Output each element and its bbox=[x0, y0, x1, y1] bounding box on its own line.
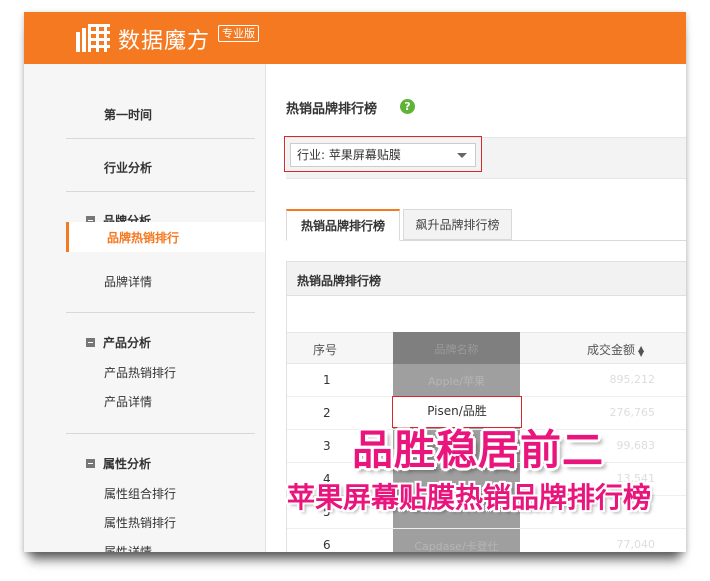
sidebar: 第一时间 行业分析 品牌分析 品牌热销排行 品牌详情 产品分析 产品热销排行 产… bbox=[24, 64, 266, 552]
sidebar-item-industry[interactable]: 行业分析 bbox=[104, 159, 152, 176]
panel-title: 热销品牌排行榜 bbox=[297, 274, 382, 288]
sidebar-divider bbox=[66, 433, 255, 434]
sidebar-item-product-detail[interactable]: 产品详情 bbox=[104, 393, 152, 410]
column-header-rank: 序号 bbox=[313, 343, 338, 357]
row-rank: 6 bbox=[323, 538, 331, 552]
row-brand: Capdase/卡登仕 bbox=[414, 540, 499, 552]
sidebar-group-attribute[interactable]: 属性分析 bbox=[86, 455, 151, 472]
sidebar-item-attr-combo[interactable]: 属性组合排行 bbox=[104, 485, 176, 502]
overlay-subline: 苹果屏幕贴膜热销品牌排行榜 bbox=[287, 481, 652, 514]
sidebar-divider bbox=[66, 138, 255, 139]
row-amount: 276,765 bbox=[609, 406, 656, 419]
panel-header: 热销品牌排行榜 bbox=[287, 262, 686, 296]
row-rank: 3 bbox=[323, 439, 331, 453]
blurred-brand-header: 品牌名称 bbox=[393, 332, 520, 364]
sidebar-divider bbox=[66, 191, 255, 192]
logo-cube-icon bbox=[76, 24, 110, 52]
sidebar-group-product[interactable]: 产品分析 bbox=[86, 334, 151, 351]
collapse-icon[interactable] bbox=[86, 338, 95, 347]
sidebar-item-product-hot[interactable]: 产品热销排行 bbox=[104, 364, 176, 381]
sidebar-item-attr-hot[interactable]: 属性热销排行 bbox=[104, 514, 176, 531]
row-amount: 895,212 bbox=[609, 373, 656, 386]
sidebar-group-label: 属性分析 bbox=[103, 457, 152, 471]
row-rank: 1 bbox=[323, 373, 331, 387]
top-header-bar: 数据魔方 专业版 bbox=[24, 12, 686, 64]
column-header-brand: 品牌名称 bbox=[434, 343, 479, 356]
sidebar-item-brand-hot[interactable]: 品牌热销排行 bbox=[66, 222, 265, 252]
overlay-headline: 品胜稳居前二 bbox=[352, 426, 604, 474]
page-title: 热销品牌排行榜 bbox=[286, 102, 378, 117]
collapse-icon[interactable] bbox=[86, 459, 95, 468]
sidebar-group-label: 产品分析 bbox=[103, 336, 152, 350]
table-row[interactable]: 1 Apple/苹果 895,212 bbox=[287, 364, 686, 397]
industry-select-value: 行业: 苹果屏幕贴膜 bbox=[297, 148, 401, 162]
row-brand: Apple/苹果 bbox=[427, 375, 486, 388]
tab-hot-brands[interactable]: 热销品牌排行榜 bbox=[286, 209, 400, 241]
table-row[interactable]: 6 Capdase/卡登仕 77,040 bbox=[287, 529, 686, 552]
chevron-down-icon bbox=[457, 153, 467, 158]
column-header-amount-label: 成交金额 bbox=[587, 343, 636, 357]
sort-icon[interactable]: ▲ ▼ bbox=[638, 344, 644, 357]
row-amount: 77,040 bbox=[616, 538, 656, 551]
help-icon[interactable]: ? bbox=[400, 99, 415, 114]
row-rank: 2 bbox=[323, 406, 331, 420]
row-amount: 99,683 bbox=[616, 439, 656, 452]
industry-select[interactable]: 行业: 苹果屏幕贴膜 bbox=[290, 143, 476, 167]
sidebar-item-brand-detail[interactable]: 品牌详情 bbox=[104, 273, 152, 290]
sidebar-item-first-time[interactable]: 第一时间 bbox=[104, 106, 152, 123]
tab-rising-brands[interactable]: 飙升品牌排行榜 bbox=[403, 209, 512, 240]
app-title: 数据魔方 bbox=[118, 29, 211, 54]
sidebar-divider bbox=[66, 312, 255, 313]
column-header-amount[interactable]: 成交金额 ▲ ▼ bbox=[587, 341, 644, 358]
sidebar-item-label: 品牌热销排行 bbox=[107, 231, 180, 245]
sidebar-item-attr-detail[interactable]: 属性详情 bbox=[104, 543, 152, 552]
edition-badge: 专业版 bbox=[218, 25, 259, 42]
